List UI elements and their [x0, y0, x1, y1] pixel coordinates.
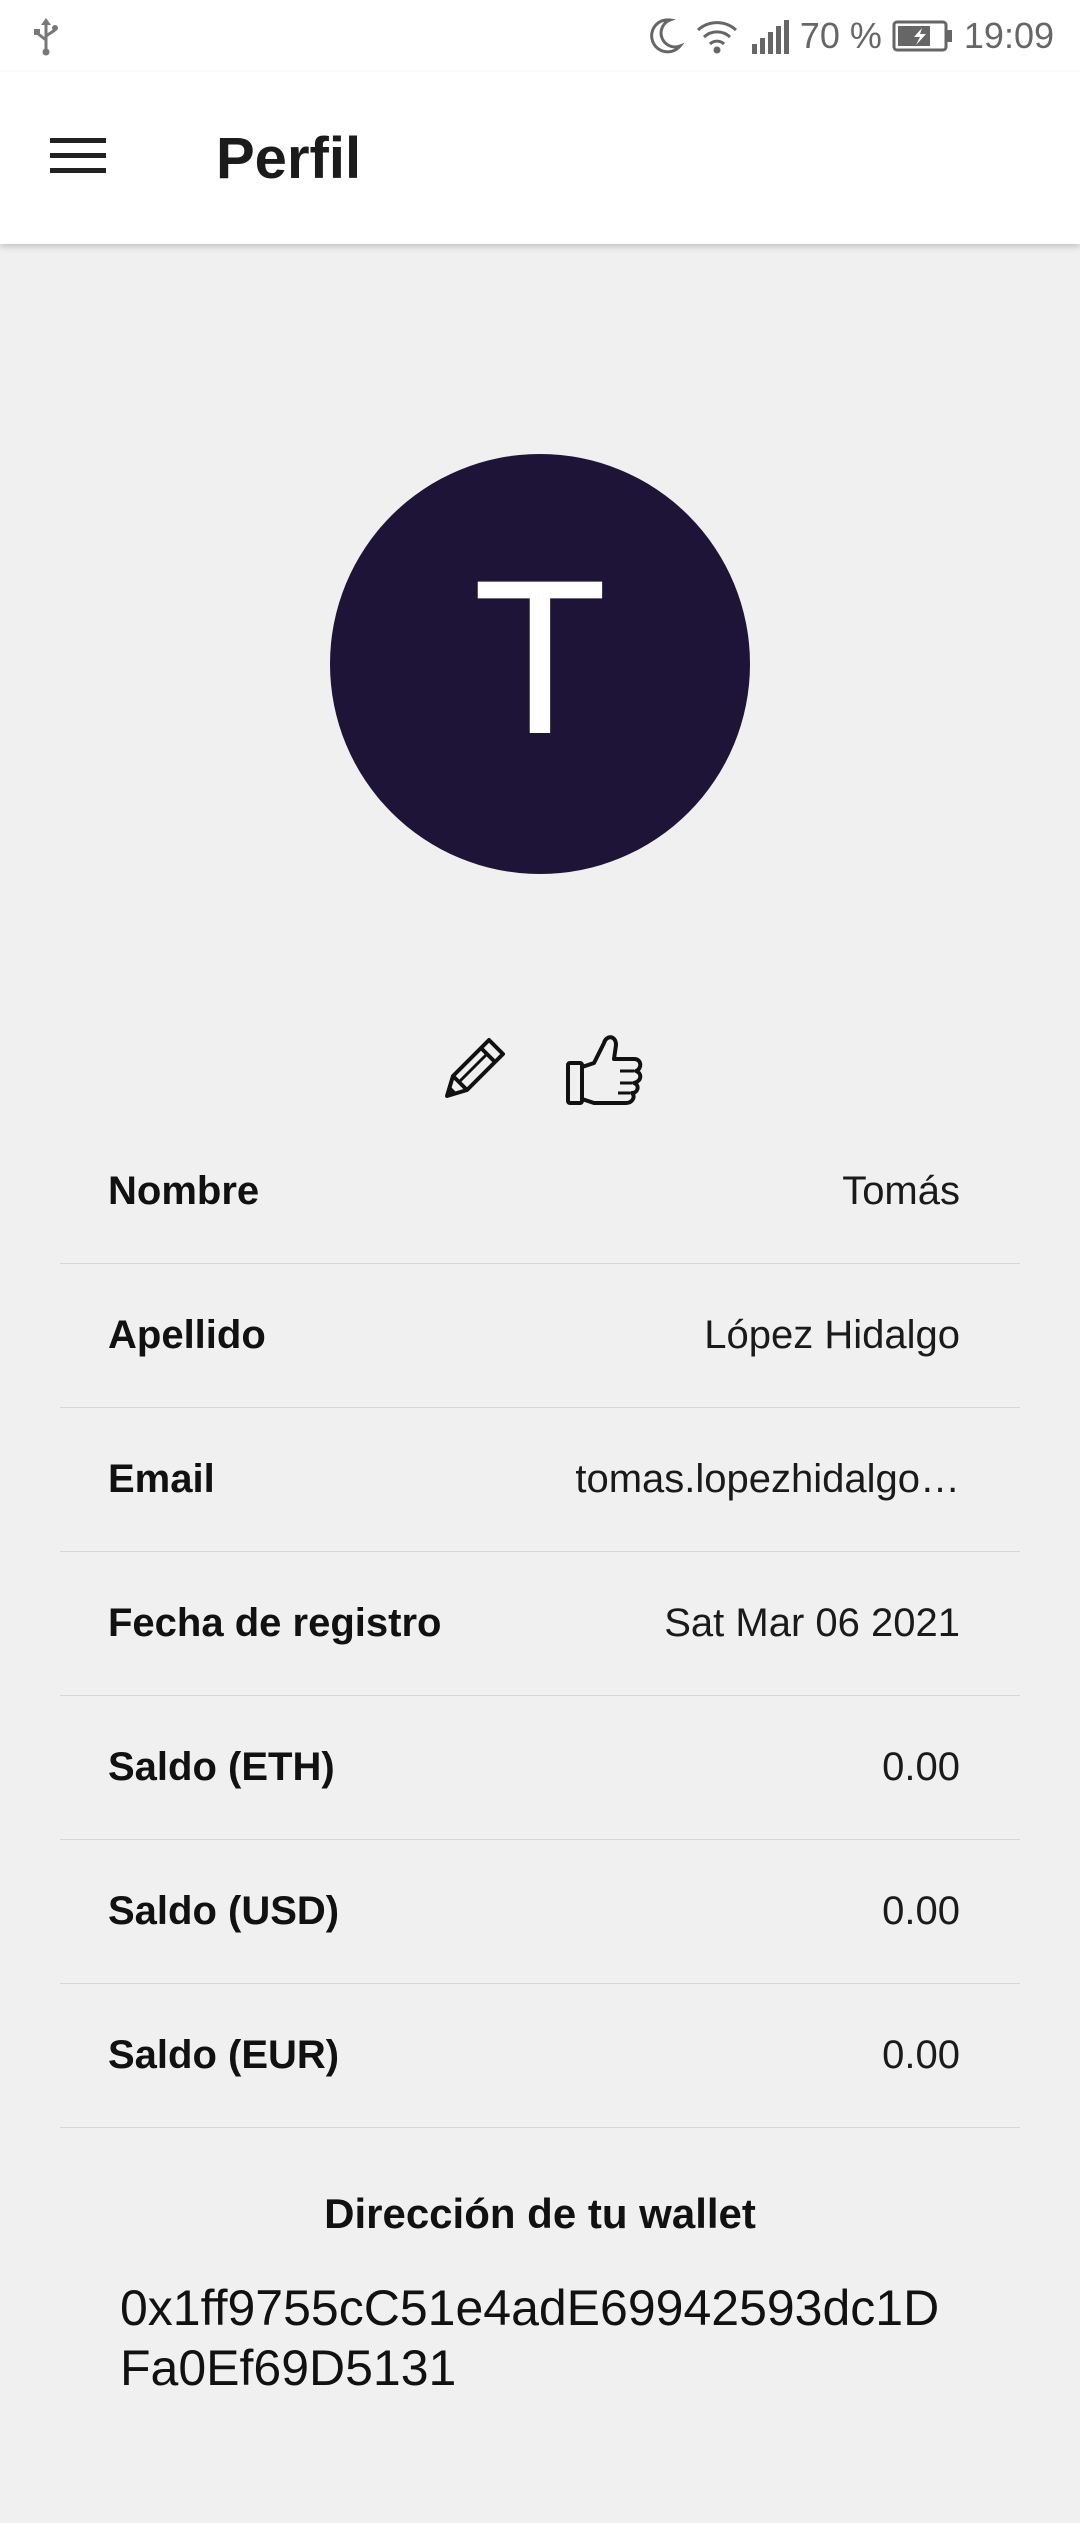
field-value: 0.00 — [882, 1745, 960, 1789]
field-row-saldo-eth: Saldo (ETH) 0.00 — [60, 1696, 1020, 1840]
field-label: Saldo (EUR) — [108, 2033, 340, 2077]
profile-actions — [0, 1020, 1080, 1120]
wallet-title: Dirección de tu wallet — [324, 2190, 756, 2237]
app-bar: Perfil — [0, 72, 1080, 244]
field-label: Email — [108, 1457, 215, 1501]
field-row-fecha-registro: Fecha de registro Sat Mar 06 2021 — [60, 1552, 1020, 1696]
like-button[interactable] — [560, 1025, 650, 1115]
field-row-saldo-usd: Saldo (USD) 0.00 — [60, 1840, 1020, 1984]
field-row-saldo-eur: Saldo (EUR) 0.00 — [60, 1984, 1020, 2128]
edit-profile-button[interactable] — [430, 1025, 520, 1115]
moon-icon — [648, 16, 684, 56]
field-label: Saldo (USD) — [108, 1889, 340, 1933]
wallet-address[interactable]: 0x1ff9755cC51e4adE69942593dc1DFa0Ef69D51… — [120, 2278, 960, 2398]
field-label: Fecha de registro — [108, 1601, 442, 1645]
status-bar: 70 % 19:09 — [0, 0, 1080, 72]
field-value: Sat Mar 06 2021 — [664, 1601, 960, 1645]
field-row-nombre: Nombre Tomás — [60, 1120, 1020, 1264]
usb-icon — [32, 16, 60, 56]
avatar: T — [330, 454, 750, 874]
battery-icon — [892, 19, 954, 53]
clock: 19:09 — [963, 15, 1054, 56]
pencil-icon — [437, 1030, 513, 1111]
thumbs-up-icon — [564, 1027, 646, 1114]
field-label: Apellido — [108, 1313, 266, 1357]
field-label: Nombre — [108, 1169, 260, 1213]
avatar-initial: T — [472, 534, 608, 780]
status-left — [32, 16, 60, 56]
signal-icon — [750, 16, 790, 56]
page-title: Perfil — [216, 125, 362, 191]
profile-details-list: Nombre Tomás Apellido López Hidalgo Emai… — [60, 1120, 1020, 2128]
field-value: 0.00 — [882, 2033, 960, 2077]
field-value: 0.00 — [882, 1889, 960, 1933]
menu-button[interactable] — [28, 108, 128, 208]
wifi-icon — [694, 16, 740, 56]
field-label: Saldo (ETH) — [108, 1745, 335, 1789]
field-value: Tomás — [842, 1169, 960, 1213]
field-row-apellido: Apellido López Hidalgo — [60, 1264, 1020, 1408]
status-right: 70 % 19:09 — [648, 15, 1054, 57]
hamburger-menu-icon — [50, 136, 106, 181]
field-value: López Hidalgo — [704, 1313, 960, 1357]
field-row-email: Email tomas.lopezhidalgo… — [60, 1408, 1020, 1552]
field-value: tomas.lopezhidalgo… — [575, 1457, 960, 1501]
battery-text: 70 % — [799, 15, 882, 56]
